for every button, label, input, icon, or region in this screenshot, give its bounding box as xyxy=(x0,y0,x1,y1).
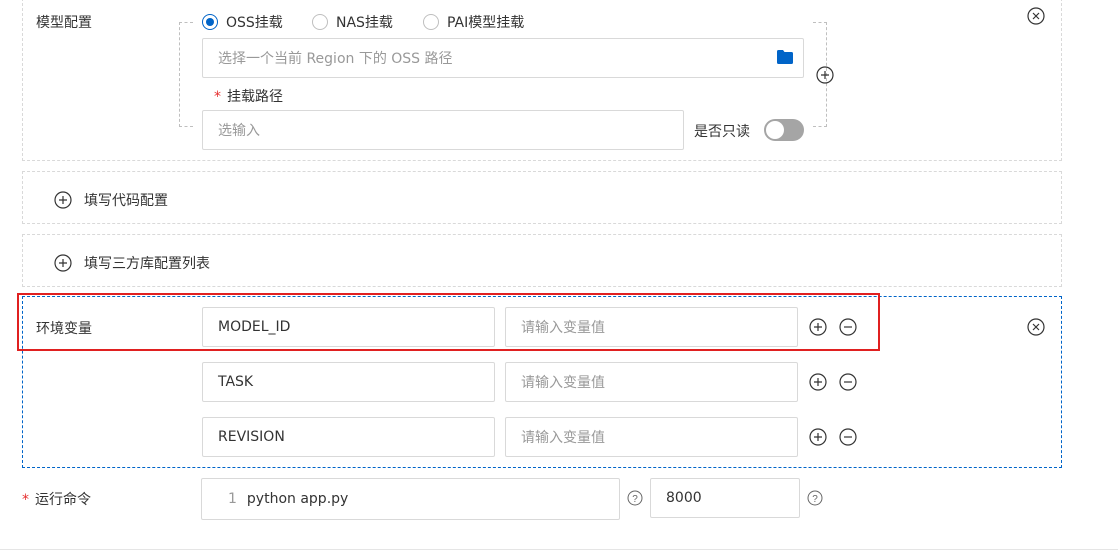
run-command-label: * 运行命令 xyxy=(22,489,91,509)
command-help-icon[interactable]: ? xyxy=(627,490,643,506)
third-party-label[interactable]: 填写三方库配置列表 xyxy=(84,253,210,273)
radio-oss[interactable]: OSS挂载 xyxy=(202,12,283,32)
port-input[interactable]: 8000 xyxy=(650,478,800,518)
command-text: python app.py xyxy=(246,491,349,507)
readonly-toggle[interactable] xyxy=(764,119,804,141)
env-name-input[interactable]: MODEL_ID xyxy=(202,307,495,347)
folder-icon[interactable] xyxy=(777,50,793,64)
mount-group-bracket-left xyxy=(179,22,193,127)
code-config-section[interactable] xyxy=(22,171,1062,224)
env-name-value: MODEL_ID xyxy=(218,319,291,335)
close-model-config-icon[interactable] xyxy=(1027,7,1045,25)
radio-oss-circle xyxy=(202,14,218,30)
add-env-icon[interactable] xyxy=(809,428,827,446)
env-value-input[interactable]: 请输入变量值 xyxy=(505,362,798,402)
toggle-knob xyxy=(766,121,784,139)
radio-nas-circle xyxy=(312,14,328,30)
mount-path-placeholder: 选输入 xyxy=(218,123,260,139)
mount-path-label-text: 挂载路径 xyxy=(227,89,283,105)
remove-env-icon[interactable] xyxy=(839,373,857,391)
env-value-input[interactable]: 请输入变量值 xyxy=(505,417,798,457)
env-name-input[interactable]: REVISION xyxy=(202,417,495,457)
env-value-placeholder: 请输入变量值 xyxy=(521,320,605,336)
env-value-input[interactable]: 请输入变量值 xyxy=(505,307,798,347)
radio-pai[interactable]: PAI模型挂载 xyxy=(423,12,524,32)
add-env-icon[interactable] xyxy=(809,373,827,391)
required-mark: * xyxy=(22,492,29,508)
remove-env-icon[interactable] xyxy=(839,318,857,336)
mount-path-input[interactable]: 选输入 xyxy=(202,110,684,150)
oss-path-placeholder: 选择一个当前 Region 下的 OSS 路径 xyxy=(218,51,453,67)
run-command-editor[interactable]: 1 python app.py xyxy=(201,478,620,520)
close-env-icon[interactable] xyxy=(1027,318,1045,336)
svg-text:?: ? xyxy=(812,494,818,505)
code-config-label[interactable]: 填写代码配置 xyxy=(84,190,168,210)
oss-path-input[interactable]: 选择一个当前 Region 下的 OSS 路径 xyxy=(202,38,804,78)
add-env-icon[interactable] xyxy=(809,318,827,336)
port-value: 8000 xyxy=(666,490,702,506)
radio-nas-label: NAS挂载 xyxy=(336,15,393,31)
required-mark: * xyxy=(214,89,221,105)
env-label: 环境变量 xyxy=(36,321,92,337)
radio-pai-circle xyxy=(423,14,439,30)
model-config-label: 模型配置 xyxy=(36,15,92,31)
radio-nas[interactable]: NAS挂载 xyxy=(312,12,393,32)
remove-env-icon[interactable] xyxy=(839,428,857,446)
bottom-divider xyxy=(0,549,1118,550)
readonly-label: 是否只读 xyxy=(694,124,750,140)
line-number: 1 xyxy=(228,491,237,507)
env-name-value: REVISION xyxy=(218,429,285,445)
env-value-placeholder: 请输入变量值 xyxy=(521,375,605,391)
add-code-config-icon[interactable] xyxy=(54,191,72,209)
add-mount-icon[interactable] xyxy=(816,66,834,84)
radio-oss-label: OSS挂载 xyxy=(226,15,283,31)
mount-path-label: * 挂载路径 xyxy=(214,86,283,106)
run-command-label-text: 运行命令 xyxy=(35,492,91,508)
env-name-value: TASK xyxy=(218,374,254,390)
add-third-party-icon[interactable] xyxy=(54,254,72,272)
svg-text:?: ? xyxy=(632,494,638,505)
env-value-placeholder: 请输入变量值 xyxy=(521,430,605,446)
env-name-input[interactable]: TASK xyxy=(202,362,495,402)
port-help-icon[interactable]: ? xyxy=(807,490,823,506)
radio-pai-label: PAI模型挂载 xyxy=(447,15,525,31)
